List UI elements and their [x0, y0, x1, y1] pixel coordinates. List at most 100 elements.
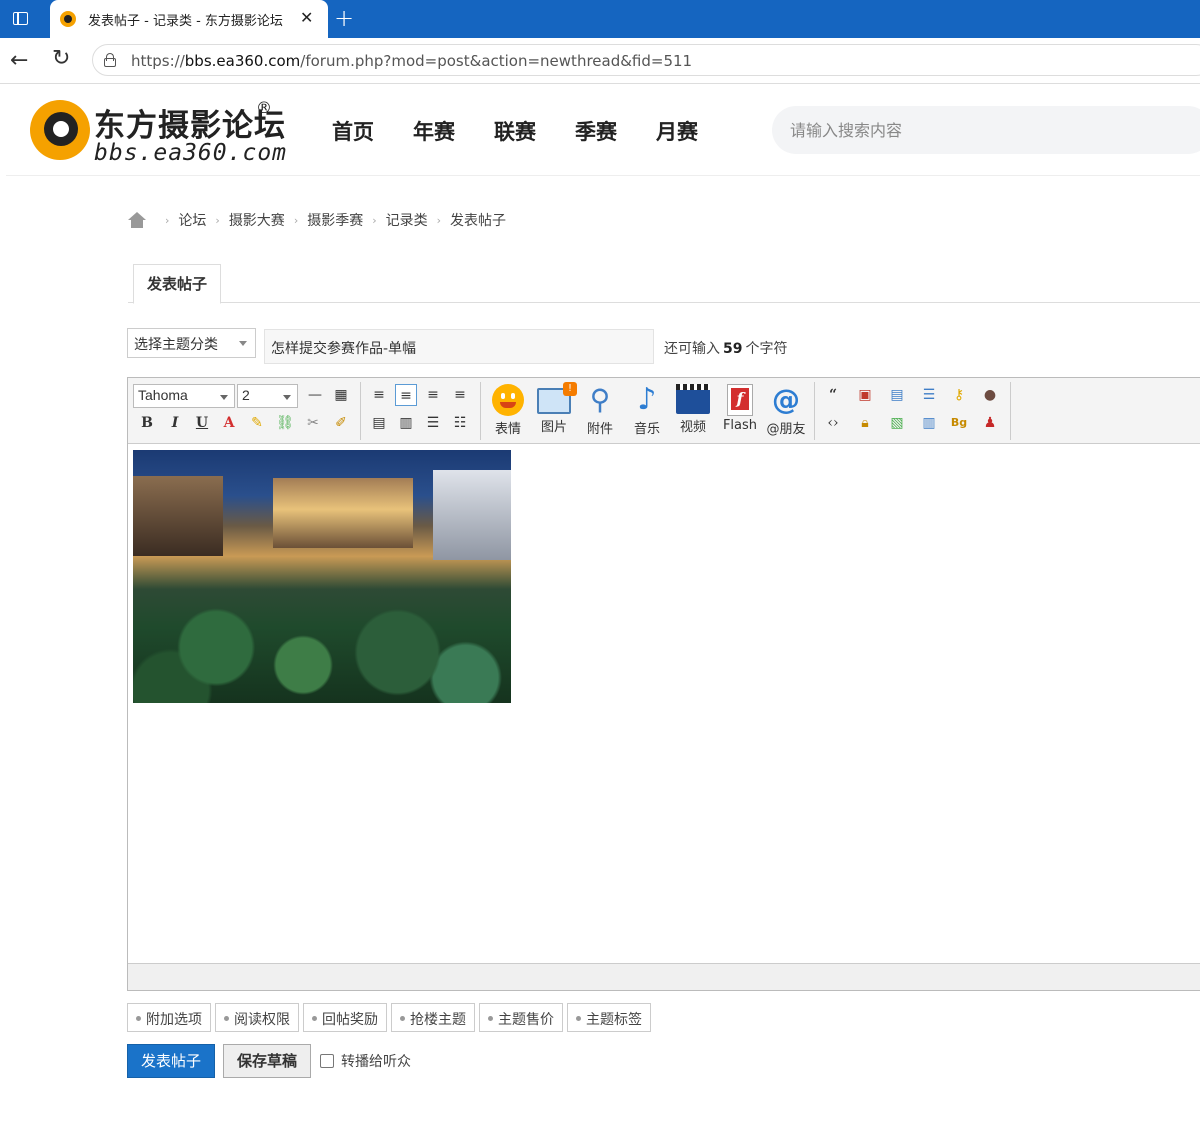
font-color-button[interactable]: A: [218, 412, 240, 434]
thread-price-button[interactable]: 主题售价: [479, 1003, 563, 1032]
clear-format-icon[interactable]: ✐: [330, 412, 352, 434]
rush-floor-button[interactable]: 抢楼主题: [391, 1003, 475, 1032]
page-break-icon[interactable]: ▧: [886, 412, 908, 434]
align-left-icon[interactable]: ≡: [368, 384, 390, 406]
unlink-icon[interactable]: ✂: [302, 412, 324, 434]
nav-home[interactable]: 首页: [332, 116, 374, 146]
justify-icon[interactable]: ≡: [449, 384, 471, 406]
video-button[interactable]: 视频: [671, 382, 715, 442]
logo-icon[interactable]: [30, 100, 90, 160]
close-tab-icon[interactable]: ✕: [300, 8, 313, 27]
address-bar: ← ↻ https://bbs.ea360.com/forum.php?mod=…: [0, 38, 1200, 84]
browser-tab-active[interactable]: 发表帖子 - 记录类 - 东方摄影论坛 ✕: [50, 0, 328, 38]
smiley-icon: [492, 384, 524, 416]
breadcrumb-sep: ›: [436, 213, 442, 227]
table-icon[interactable]: ▦: [330, 384, 352, 406]
breadcrumb-contest[interactable]: 摄影大赛: [229, 210, 285, 230]
breadcrumb-sep: ›: [165, 213, 170, 227]
broadcast-option[interactable]: 转播给听众: [320, 1051, 411, 1071]
bold-button[interactable]: B: [136, 412, 158, 434]
music-button[interactable]: ♪ 音乐: [625, 382, 669, 442]
horizontal-rule-icon[interactable]: —: [304, 384, 326, 406]
paperclip-icon: ⚲: [589, 383, 611, 416]
image-button[interactable]: 图片: [532, 382, 577, 442]
site-favicon-icon: [60, 11, 76, 27]
key-icon[interactable]: ⚷: [948, 384, 970, 406]
window-menu-icon[interactable]: [10, 9, 32, 29]
align-right-icon[interactable]: ≡: [422, 384, 444, 406]
post-options: 附加选项 阅读权限 回帖奖励 抢楼主题 主题售价 主题标签: [127, 1003, 655, 1032]
font-family-select[interactable]: Tahoma: [133, 384, 235, 408]
nav-league[interactable]: 联赛: [494, 116, 536, 146]
registered-mark: ®: [256, 98, 272, 117]
float-right-icon[interactable]: ▥: [395, 412, 417, 434]
emoji-button[interactable]: 表情: [486, 382, 530, 442]
lock-icon: [103, 53, 117, 67]
flash-icon: [727, 384, 753, 416]
breadcrumb: › 论坛 › 摄影大赛 › 摄影季赛 › 记录类 › 发表帖子: [128, 210, 506, 230]
search-box: [772, 106, 1200, 154]
url-field[interactable]: https://bbs.ea360.com/forum.php?mod=post…: [92, 44, 1200, 76]
search-input[interactable]: [790, 118, 1190, 142]
highlight-icon[interactable]: ✎: [246, 412, 268, 434]
url-text: https://bbs.ea360.com/forum.php?mod=post…: [131, 52, 693, 70]
logo-subtitle: bbs.ea360.com: [94, 140, 288, 166]
breadcrumb-sep: ›: [215, 213, 220, 227]
subject-input[interactable]: 怎样提交参赛作品-单幅: [264, 329, 654, 364]
broadcast-checkbox[interactable]: [320, 1054, 334, 1068]
main-nav: 首页 年赛 联赛 季赛 月赛: [332, 116, 737, 146]
thread-type-select[interactable]: 选择主题分类: [127, 328, 256, 358]
new-tab-icon[interactable]: +: [334, 4, 354, 32]
free-content-icon[interactable]: ▣: [854, 384, 876, 406]
chevron-down-icon: [239, 341, 247, 346]
nav-season[interactable]: 季赛: [575, 116, 617, 146]
ordered-list-icon[interactable]: ☰: [422, 412, 444, 434]
browser-tabbar: 发表帖子 - 记录类 - 东方摄影论坛 ✕ +: [0, 0, 1200, 38]
underline-button[interactable]: U: [191, 412, 213, 434]
editor-content[interactable]: [128, 445, 1200, 963]
italic-button[interactable]: I: [164, 412, 186, 434]
editor-status-bar: [128, 963, 1200, 990]
tab-new-post[interactable]: 发表帖子: [133, 264, 221, 304]
back-arrow-icon[interactable]: ←: [10, 48, 28, 73]
float-left-icon[interactable]: ▤: [368, 412, 390, 434]
mention-button[interactable]: @ @朋友: [764, 382, 808, 442]
extra-options-button[interactable]: 附加选项: [127, 1003, 211, 1032]
editor-toolbar: Tahoma 2 — ▦ B I U A ✎ ⛓ ✂ ✐ ≡ ≡ ≡ ≡ ▤ ▥…: [128, 378, 1200, 444]
thread-tags-button[interactable]: 主题标签: [567, 1003, 651, 1032]
code-icon[interactable]: ‹›: [822, 412, 844, 434]
tab-divider: [128, 302, 1200, 303]
password-icon[interactable]: ▤: [886, 384, 908, 406]
background-icon[interactable]: Bg: [948, 412, 970, 434]
align-center-icon[interactable]: ≡: [395, 384, 417, 406]
submit-post-button[interactable]: 发表帖子: [127, 1044, 215, 1078]
globe-icon[interactable]: ●: [979, 384, 1001, 406]
layout-icon[interactable]: ▥: [918, 412, 940, 434]
nav-annual[interactable]: 年赛: [413, 116, 455, 146]
quote-icon[interactable]: “: [822, 384, 844, 406]
at-sign-icon: @: [772, 383, 800, 416]
attachment-button[interactable]: ⚲ 附件: [578, 382, 622, 442]
reply-reward-button[interactable]: 回帖奖励: [303, 1003, 387, 1032]
save-draft-button[interactable]: 保存草稿: [223, 1044, 311, 1078]
breadcrumb-forum[interactable]: 论坛: [178, 210, 206, 230]
remaining-count: 59: [723, 341, 743, 357]
browser-tab-title: 发表帖子 - 记录类 - 东方摄影论坛: [88, 14, 283, 29]
reload-icon[interactable]: ↻: [52, 46, 70, 71]
breadcrumb-sep: ›: [372, 213, 377, 227]
hide-content-icon[interactable]: 🔒︎: [854, 412, 876, 434]
read-permission-button[interactable]: 阅读权限: [215, 1003, 299, 1032]
qq-icon[interactable]: ♟: [979, 412, 1001, 434]
flash-button[interactable]: Flash: [718, 382, 762, 442]
music-note-icon: ♪: [637, 382, 657, 417]
home-icon[interactable]: [128, 212, 146, 228]
link-icon[interactable]: ⛓: [274, 412, 296, 434]
font-size-select[interactable]: 2: [237, 384, 298, 408]
bullet-list-icon[interactable]: ☷: [449, 412, 471, 434]
breadcrumb-season[interactable]: 摄影季赛: [307, 210, 363, 230]
index-icon[interactable]: ☰: [918, 384, 940, 406]
breadcrumb-category[interactable]: 记录类: [386, 210, 428, 230]
broadcast-label: 转播给听众: [341, 1054, 411, 1070]
inserted-photo[interactable]: [133, 450, 511, 703]
nav-monthly[interactable]: 月赛: [656, 116, 698, 146]
